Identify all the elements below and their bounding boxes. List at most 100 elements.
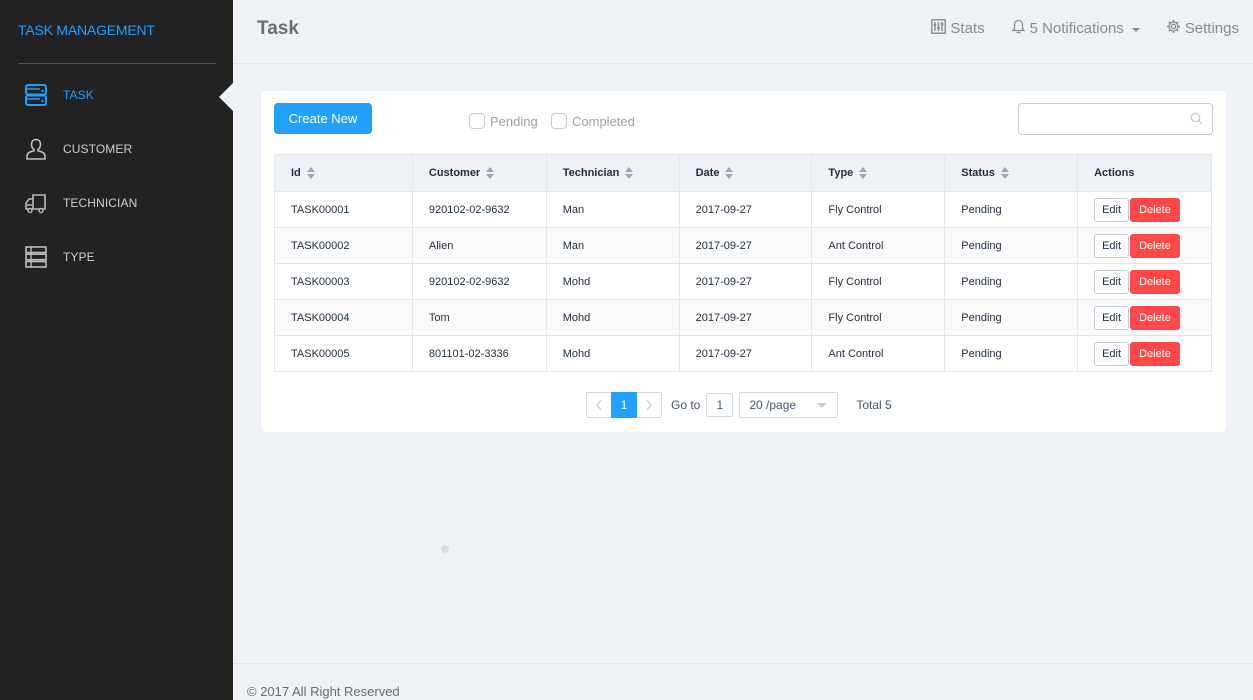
edit-button[interactable]: Edit	[1094, 197, 1130, 222]
column-label: Technician	[562, 166, 620, 179]
checkbox-box[interactable]	[551, 113, 567, 129]
sort-icon[interactable]	[725, 167, 734, 180]
create-new-button[interactable]: Create New	[274, 103, 372, 134]
cell-customer: Tom	[411, 299, 547, 336]
delete-button[interactable]: Delete	[1130, 269, 1180, 294]
cell-actions: Edit Delete	[1077, 263, 1212, 300]
page-size-select[interactable]: 20 /page	[739, 392, 839, 418]
cell-id: TASK00005	[274, 335, 413, 372]
server-icon	[24, 83, 48, 107]
sort-icon[interactable]	[306, 167, 316, 180]
settings-label: Settings	[1184, 20, 1239, 37]
sidebar-item-type[interactable]: TYPE	[0, 230, 233, 284]
table-row: TASK00002 Alien Man 2017-09-27 Ant Contr…	[274, 227, 1212, 264]
cell-type: Fly Control	[811, 191, 946, 228]
cell-id: TASK00001	[274, 191, 413, 228]
gear-icon	[1166, 19, 1181, 38]
goto-label: Go to	[671, 398, 701, 412]
column-label: Type	[828, 166, 854, 179]
column-label: Status	[961, 166, 995, 179]
loading-dot	[441, 545, 449, 553]
edit-button[interactable]: Edit	[1094, 305, 1130, 330]
sort-icon[interactable]	[625, 167, 634, 180]
completed-filter-checkbox[interactable]: Completed	[551, 113, 635, 129]
cell-customer: Alien	[411, 227, 547, 264]
divider	[18, 63, 216, 64]
checkbox-label: Pending	[490, 113, 538, 129]
chevron-left-icon	[596, 399, 602, 411]
footer: © 2017 All Right Reserved	[233, 663, 1253, 700]
column-header-technician[interactable]: Technician	[545, 154, 680, 192]
goto-page-input[interactable]	[706, 393, 734, 417]
cell-actions: Edit Delete	[1077, 227, 1212, 264]
column-header-type[interactable]: Type	[811, 154, 946, 192]
delete-button[interactable]: Delete	[1130, 305, 1180, 330]
caret-down-icon	[817, 403, 828, 408]
column-header-customer[interactable]: Customer	[411, 154, 547, 192]
settings-link[interactable]: Settings	[1166, 19, 1239, 38]
sort-icon[interactable]	[486, 167, 495, 180]
cell-status: Pending	[944, 263, 1079, 300]
edit-button[interactable]: Edit	[1094, 269, 1130, 294]
column-header-date[interactable]: Date	[678, 154, 813, 192]
edit-button[interactable]: Edit	[1094, 233, 1130, 258]
table-row: TASK00004 Tom Mohd 2017-09-27 Fly Contro…	[274, 299, 1212, 336]
cell-type: Fly Control	[811, 263, 946, 300]
active-indicator	[219, 83, 233, 111]
cell-customer: 920102-02-9632	[411, 191, 547, 228]
cell-actions: Edit Delete	[1077, 299, 1212, 336]
top-bar: Task Stats 5 Notifications Settings	[233, 0, 1253, 64]
page-number-button[interactable]: 1	[611, 392, 637, 418]
copyright-text: © 2017 All Right Reserved	[247, 684, 400, 699]
cell-date: 2017-09-27	[678, 263, 813, 300]
cell-id: TASK00003	[274, 263, 413, 300]
cell-status: Pending	[944, 227, 1079, 264]
list-icon	[24, 245, 48, 269]
cell-date: 2017-09-27	[678, 299, 813, 336]
task-table: Id Customer Technician Date Type Status …	[274, 154, 1212, 372]
brand-title: TASK MANAGEMENT	[18, 22, 155, 38]
sidebar-item-customer[interactable]: CUSTOMER	[0, 122, 233, 176]
prev-page-button[interactable]	[586, 392, 611, 418]
task-card: Create New Pending Completed Id Customer…	[261, 91, 1226, 432]
search-input[interactable]	[1027, 104, 1187, 134]
column-header-actions: Actions	[1077, 154, 1212, 192]
column-header-status[interactable]: Status	[944, 154, 1079, 192]
sort-icon[interactable]	[859, 167, 868, 180]
sidebar-item-technician[interactable]: TECHNICIAN	[0, 176, 233, 230]
column-label: Date	[695, 166, 720, 179]
cell-date: 2017-09-27	[678, 227, 813, 264]
cell-date: 2017-09-27	[678, 335, 813, 372]
cell-status: Pending	[944, 299, 1079, 336]
checkbox-label: Completed	[572, 113, 635, 129]
column-label: Actions	[1094, 167, 1135, 179]
column-header-id[interactable]: Id	[274, 154, 413, 192]
sidebar-item-task[interactable]: TASK	[0, 68, 233, 122]
checkbox-box[interactable]	[469, 113, 485, 129]
sidebar-item-label: CUSTOMER	[63, 142, 133, 156]
delete-button[interactable]: Delete	[1130, 197, 1180, 222]
notifications-dropdown[interactable]: 5 Notifications	[1011, 19, 1140, 38]
next-page-button[interactable]	[637, 392, 662, 418]
pending-filter-checkbox[interactable]: Pending	[469, 113, 538, 129]
cell-status: Pending	[944, 191, 1079, 228]
cell-date: 2017-09-27	[678, 191, 813, 228]
cell-id: TASK00002	[274, 227, 413, 264]
sidebar-item-label: TYPE	[63, 250, 95, 264]
stats-label: Stats	[950, 20, 985, 37]
stats-icon	[931, 19, 947, 38]
cell-type: Ant Control	[811, 335, 946, 372]
cell-customer: 801101-02-3336	[411, 335, 547, 372]
user-icon	[24, 137, 48, 161]
search-field[interactable]	[1018, 103, 1213, 135]
delete-button[interactable]: Delete	[1130, 233, 1180, 258]
table-row: TASK00001 920102-02-9632 Man 2017-09-27 …	[274, 191, 1212, 228]
stats-link[interactable]: Stats	[931, 19, 985, 38]
delete-button[interactable]: Delete	[1130, 341, 1180, 366]
edit-button[interactable]: Edit	[1094, 341, 1130, 366]
search-icon[interactable]	[1190, 112, 1203, 130]
sort-icon[interactable]	[1000, 167, 1010, 180]
cell-actions: Edit Delete	[1077, 335, 1212, 372]
cell-status: Pending	[944, 335, 1079, 372]
page-size-value: 20 /page	[749, 398, 797, 412]
